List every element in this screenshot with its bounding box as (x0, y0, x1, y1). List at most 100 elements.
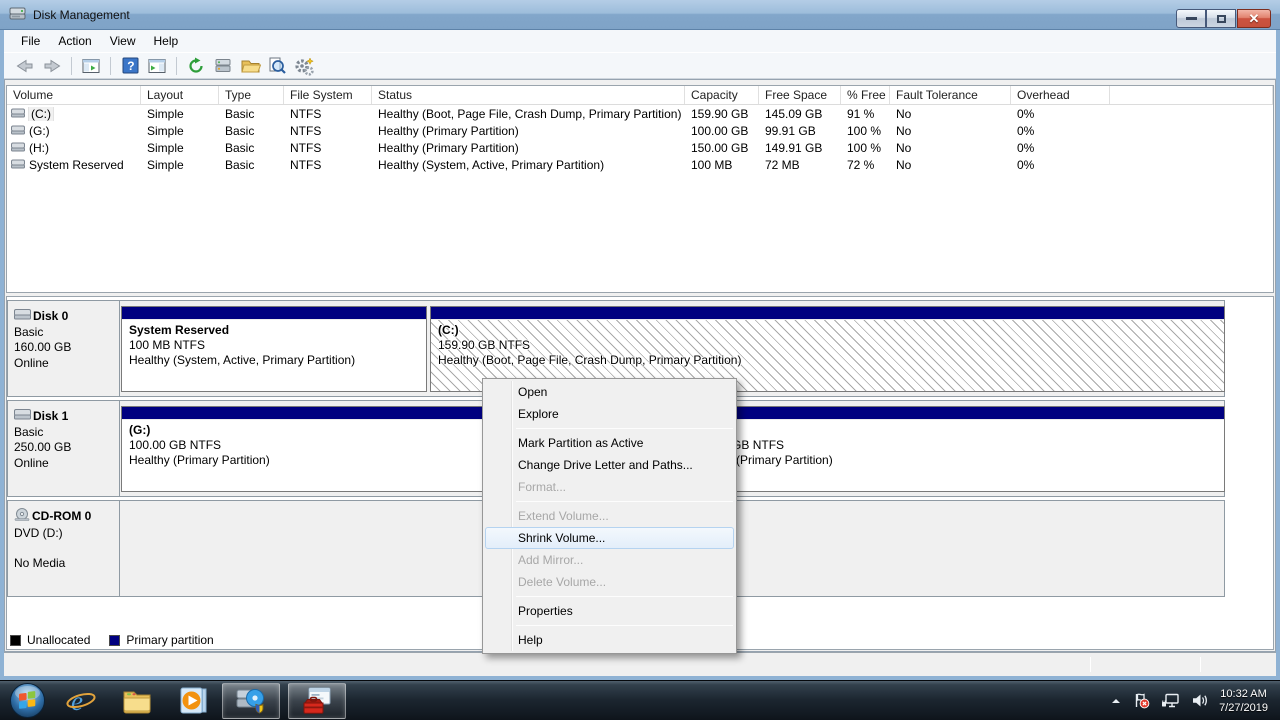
partition-health: Healthy (Primary Partition) (692, 453, 1224, 468)
show-console-tree-icon[interactable] (80, 55, 102, 77)
legend-label: Primary partition (126, 633, 213, 647)
column-volume[interactable]: Volume (7, 86, 141, 104)
start-button[interactable] (8, 682, 46, 720)
back-icon[interactable] (14, 55, 36, 77)
primary-partition-swatch (109, 635, 120, 646)
svg-text:e: e (71, 686, 83, 716)
column-free-space[interactable]: Free Space (759, 86, 841, 104)
disk0-label[interactable]: Disk 0 Basic 160.00 GB Online (8, 301, 120, 396)
primary-partition-strip (122, 307, 426, 320)
toolbar: ? (4, 52, 1276, 79)
volume-row-system-reserved[interactable]: System Reserved Simple Basic NTFS Health… (7, 156, 1273, 173)
network-icon[interactable] (1161, 693, 1180, 708)
manage-snapin-icon[interactable] (293, 55, 315, 77)
cell-fault-tolerance: No (890, 141, 1011, 155)
column-fault-tolerance[interactable]: Fault Tolerance (890, 86, 1011, 104)
view-icon[interactable] (266, 55, 288, 77)
volume-name: System Reserved (29, 158, 124, 172)
toolbar-separator (176, 57, 177, 75)
menu-item-shrink-volume[interactable]: Shrink Volume... (485, 527, 734, 549)
menu-action[interactable]: Action (49, 31, 100, 51)
cell-overhead: 0% (1011, 124, 1110, 138)
cell-layout: Simple (141, 158, 219, 172)
volume-row-c[interactable]: (C:) Simple Basic NTFS Healthy (Boot, Pa… (7, 105, 1273, 122)
column-type[interactable]: Type (219, 86, 284, 104)
partition-title: (H:) (692, 423, 1224, 438)
close-button[interactable]: ✕ (1237, 9, 1271, 28)
column-layout[interactable]: Layout (141, 86, 219, 104)
admin-tools-taskbar-button[interactable] (288, 683, 346, 719)
volume-icon[interactable] (1191, 693, 1208, 708)
disk-properties-icon[interactable] (212, 55, 234, 77)
disk-size: 160.00 GB (14, 340, 119, 356)
volume-icon (11, 158, 25, 172)
menu-separator (516, 501, 733, 502)
partition-health: Healthy (Boot, Page File, Crash Dump, Pr… (438, 353, 1224, 368)
internet-explorer-icon[interactable]: e (60, 681, 102, 720)
show-hidden-icons-chevron[interactable] (1110, 696, 1122, 706)
menu-item-explore[interactable]: Explore (485, 403, 734, 425)
cell-overhead: 0% (1011, 107, 1110, 121)
menu-item-change-drive-letter[interactable]: Change Drive Letter and Paths... (485, 454, 734, 476)
column-overhead[interactable]: Overhead (1011, 86, 1110, 104)
partition-h[interactable]: (H:) 150.00 GB NTFS Healthy (Primary Par… (684, 406, 1225, 492)
help-icon[interactable]: ? (119, 55, 141, 77)
disk1-label[interactable]: Disk 1 Basic 250.00 GB Online (8, 401, 120, 496)
minimize-button[interactable] (1176, 9, 1206, 28)
cell-overhead: 0% (1011, 141, 1110, 155)
clock-date: 7/27/2019 (1219, 701, 1268, 715)
volume-row-g[interactable]: (G:) Simple Basic NTFS Healthy (Primary … (7, 122, 1273, 139)
menu-help[interactable]: Help (145, 31, 188, 51)
disk-icon (14, 308, 31, 325)
cell-overhead: 0% (1011, 158, 1110, 172)
forward-icon[interactable] (41, 55, 63, 77)
cell-file-system: NTFS (284, 141, 372, 155)
clock-time: 10:32 AM (1219, 687, 1268, 701)
volume-icon (11, 141, 25, 155)
volume-name: (H:) (29, 141, 49, 155)
statusbar-divider (1200, 657, 1201, 672)
refresh-icon[interactable] (185, 55, 207, 77)
action-center-flag-icon[interactable] (1133, 692, 1150, 709)
partition-system-reserved[interactable]: System Reserved 100 MB NTFS Healthy (Sys… (121, 306, 427, 392)
column-file-system[interactable]: File System (284, 86, 372, 104)
partition-detail: 100 MB NTFS (129, 338, 426, 353)
menu-file[interactable]: File (12, 31, 49, 51)
app-icon (9, 6, 27, 24)
menu-separator (516, 428, 733, 429)
cell-free-space: 99.91 GB (759, 124, 841, 138)
restore-button[interactable] (1206, 9, 1236, 28)
disk-name: Disk 0 (33, 309, 68, 325)
menu-item-mark-partition-active[interactable]: Mark Partition as Active (485, 432, 734, 454)
system-tray: 10:32 AM 7/27/2019 (1110, 687, 1280, 715)
cell-type: Basic (219, 107, 284, 121)
svg-text:?: ? (127, 59, 134, 73)
volume-icon (11, 107, 25, 121)
volume-row-h[interactable]: (H:) Simple Basic NTFS Healthy (Primary … (7, 139, 1273, 156)
media-player-icon[interactable] (172, 681, 214, 720)
cell-pct-free: 100 % (841, 141, 890, 155)
primary-partition-strip (685, 407, 1224, 420)
disk-management-taskbar-button[interactable] (222, 683, 280, 719)
menu-item-open[interactable]: Open (485, 381, 734, 403)
menu-item-help[interactable]: Help (485, 629, 734, 651)
titlebar[interactable]: Disk Management ✕ (0, 0, 1280, 30)
menu-item-properties[interactable]: Properties (485, 600, 734, 622)
show-action-pane-icon[interactable] (146, 55, 168, 77)
column-status[interactable]: Status (372, 86, 685, 104)
primary-partition-strip (431, 307, 1224, 320)
cell-capacity: 100.00 GB (685, 124, 759, 138)
menu-separator (516, 625, 733, 626)
cell-fault-tolerance: No (890, 107, 1011, 121)
menu-view[interactable]: View (101, 31, 145, 51)
open-folder-icon[interactable] (239, 55, 261, 77)
cell-file-system: NTFS (284, 124, 372, 138)
cdrom0-label[interactable]: CD-ROM 0 DVD (D:) No Media (8, 501, 120, 596)
cell-status: Healthy (Boot, Page File, Crash Dump, Pr… (372, 107, 685, 121)
column-pct-free[interactable]: % Free (841, 86, 890, 104)
taskbar-clock[interactable]: 10:32 AM 7/27/2019 (1219, 687, 1268, 715)
cell-file-system: NTFS (284, 107, 372, 121)
windows-explorer-icon[interactable] (116, 681, 158, 720)
disk-name: CD-ROM 0 (32, 509, 91, 525)
column-capacity[interactable]: Capacity (685, 86, 759, 104)
